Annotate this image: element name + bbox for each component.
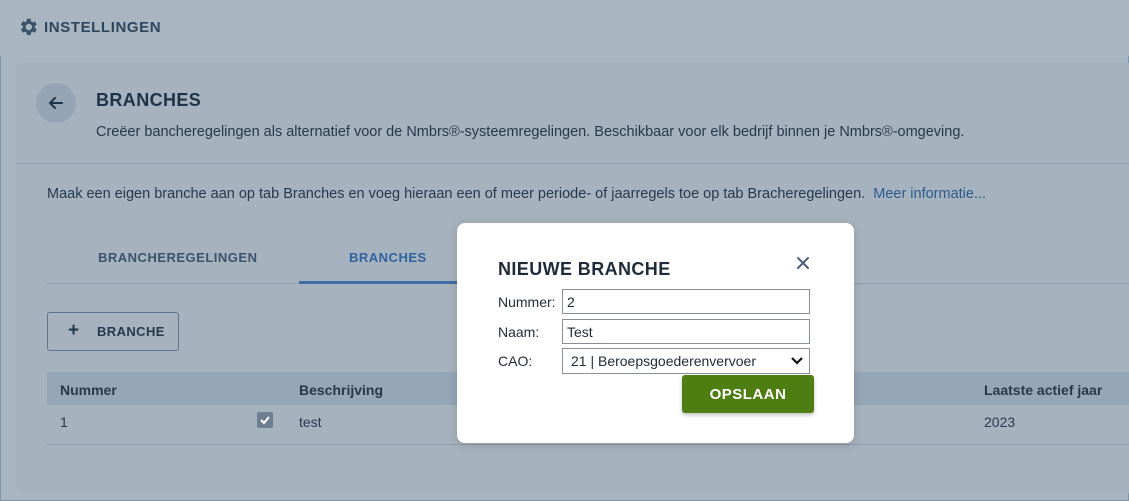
cell-nummer: 1 <box>60 414 68 430</box>
active-tab-indicator <box>299 281 459 284</box>
new-branche-dialog: NIEUWE BRANCHE Nummer: Naam: CAO: 21 | B… <box>457 223 854 443</box>
add-branche-button[interactable]: + BRANCHE <box>47 312 179 351</box>
info-text: Maak een eigen branche aan op tab Branch… <box>47 186 986 202</box>
dialog-title: NIEUWE BRANCHE <box>498 259 671 279</box>
tab-brancheregelingen[interactable]: BRANCHEREGELINGEN <box>98 250 257 265</box>
cao-select[interactable]: 21 | Beroepsgoederenvervoer <box>562 348 810 374</box>
cell-beschrijving: test <box>299 414 322 430</box>
column-header-nummer[interactable]: Nummer <box>60 382 117 398</box>
save-button-label: OPSLAAN <box>709 386 787 403</box>
app-title: INSTELLINGEN <box>44 19 162 36</box>
arrow-left-icon <box>49 97 63 109</box>
column-header-laatste-jaar[interactable]: Laatste actief jaar <box>984 382 1102 398</box>
row-checkbox[interactable] <box>257 412 273 428</box>
naam-input[interactable] <box>562 319 810 344</box>
nummer-input[interactable] <box>562 289 810 314</box>
column-header-beschrijving[interactable]: Beschrijving <box>299 382 383 398</box>
back-button[interactable] <box>36 83 76 123</box>
naam-label: Naam: <box>498 324 540 340</box>
more-info-link[interactable]: Meer informatie... <box>873 186 986 202</box>
nummer-label: Nummer: <box>498 294 556 310</box>
cao-selected-value: 21 | Beroepsgoederenvervoer <box>571 353 756 369</box>
save-button[interactable]: OPSLAAN <box>682 375 814 413</box>
divider <box>16 163 1129 164</box>
plus-icon: + <box>68 320 80 341</box>
add-branche-label: BRANCHE <box>97 324 165 339</box>
page-subtitle: Creëer bancheregelingen als alternatief … <box>96 124 965 140</box>
cell-laatste-jaar: 2023 <box>984 414 1016 430</box>
checkmark-icon <box>260 416 270 425</box>
top-bar: INSTELLINGEN <box>0 0 1129 56</box>
chevron-down-icon <box>791 357 803 365</box>
close-icon[interactable] <box>793 253 813 273</box>
tab-branches[interactable]: BRANCHES <box>349 250 427 265</box>
gear-icon <box>20 18 37 36</box>
info-text-body: Maak een eigen branche aan op tab Branch… <box>47 186 866 202</box>
page-title: BRANCHES <box>96 90 202 110</box>
cao-label: CAO: <box>498 353 533 369</box>
